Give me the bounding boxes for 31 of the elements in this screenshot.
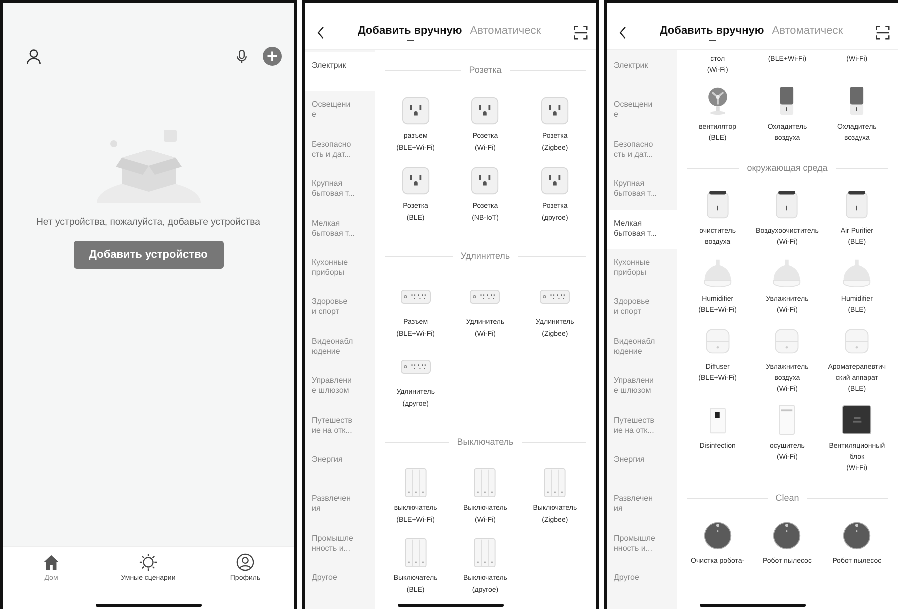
home-icon [42,553,61,572]
socket-icon[interactable] [400,96,431,126]
add-device-button[interactable]: Добавить устройство [74,241,224,269]
socket-icon[interactable] [540,96,570,126]
back-icon[interactable] [317,26,325,40]
section-title: Выключатель [457,437,514,447]
section-title: Удлинитель [460,251,510,261]
profile-icon [236,553,255,572]
microphone-icon[interactable] [234,48,250,66]
tab[interactable]: Добавить вручную [358,25,462,41]
back-icon[interactable] [619,26,627,40]
scan-icon[interactable] [876,26,890,40]
empty-message: Нет устройства, пожалуйста, добавьте устройства [36,217,261,228]
section-title: окружающая среда [747,163,828,173]
robot-vacuum-icon[interactable] [772,520,802,550]
section-title: Clean [776,493,800,503]
robot-vacuum-icon[interactable] [842,520,872,550]
socket-icon[interactable] [400,166,431,196]
category-item[interactable]: Мелкая бытовая т... [607,210,677,249]
sun-icon [139,553,158,572]
category-item[interactable]: Электрик [305,52,375,92]
scan-icon[interactable] [574,26,588,40]
socket-icon[interactable] [470,96,500,126]
robot-vacuum-icon[interactable] [702,520,733,550]
section-title: Розетка [469,65,502,75]
add-icon[interactable] [263,47,282,66]
socket-icon[interactable] [470,166,500,196]
tab[interactable]: Добавить вручную [660,25,764,41]
socket-icon[interactable] [540,166,570,196]
user-icon[interactable] [25,48,43,66]
ventilation-unit-icon[interactable] [842,405,872,435]
